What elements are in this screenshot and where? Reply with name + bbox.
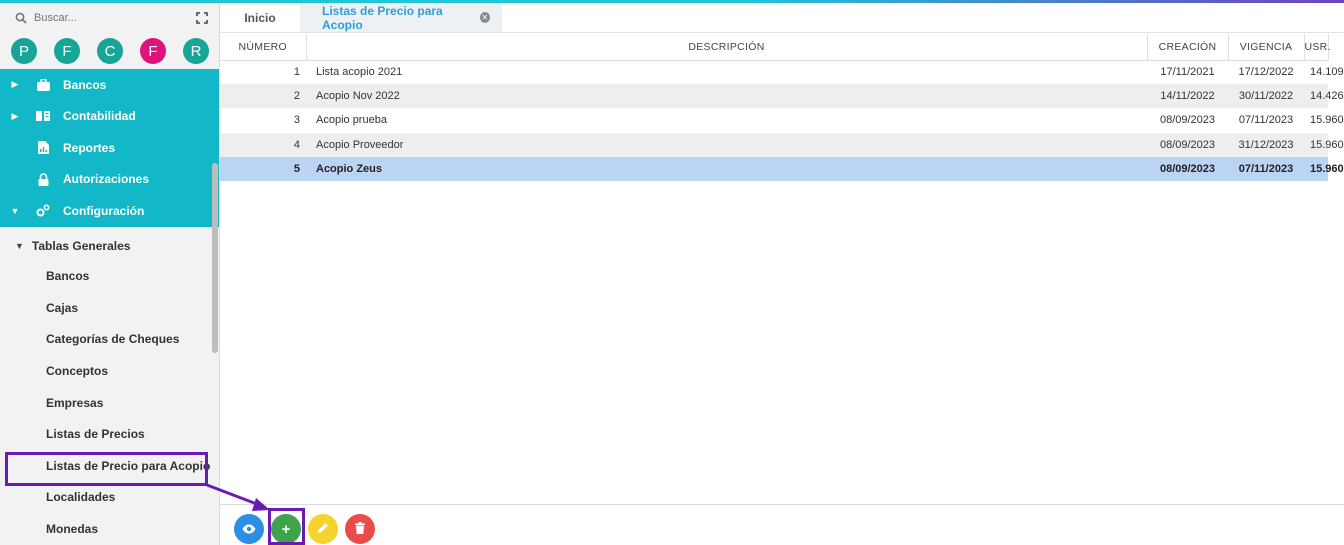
submenu-item-localidades[interactable]: Localidades (0, 482, 219, 514)
table-row-selected[interactable]: 5 Acopio Zeus 08/09/2023 07/11/2023 15.9… (220, 156, 1344, 181)
cell-vigencia: 07/11/2023 (1238, 114, 1294, 127)
data-grid: NÚMERO DESCRIPCIÓN CREACIÓN VIGENCIA USR… (220, 34, 1344, 181)
menu-item-autorizaciones[interactable]: Autorizaciones (0, 164, 219, 196)
tab-inicio[interactable]: Inicio (220, 3, 300, 32)
delete-button[interactable] (345, 514, 375, 544)
cell-usr: 15.960 (1304, 132, 1344, 157)
cell-numero: 4 (220, 132, 306, 157)
cell-usr: 15.960 (1304, 156, 1344, 181)
table-row[interactable]: 1 Lista acopio 2021 17/11/2021 17/12/202… (220, 60, 1344, 84)
annotation-highlight-menu-item (5, 452, 208, 486)
lock-icon (36, 172, 50, 186)
menu-item-configuracion[interactable]: ▼ Configuración (0, 195, 219, 227)
tab-listas-precio-acopio[interactable]: Listas de Precio para Acopio ✕ (300, 3, 502, 32)
submenu-item-cajas[interactable]: Cajas (0, 292, 219, 324)
report-icon (36, 141, 50, 155)
view-button[interactable] (234, 514, 264, 544)
column-header-numero[interactable]: NÚMERO (220, 34, 307, 61)
menu-item-label: Bancos (63, 77, 107, 92)
avatar-shortcut[interactable]: F (140, 38, 166, 64)
submenu-item-monedas[interactable]: Monedas (0, 513, 219, 545)
cell-descripcion: Acopio Nov 2022 (306, 84, 1147, 109)
menu-item-label: Autorizaciones (63, 172, 150, 187)
cell-vigencia: 07/11/2023 (1228, 156, 1304, 181)
sidebar-scrollbar[interactable] (212, 163, 218, 353)
cell-descripcion: Acopio Zeus (306, 156, 1147, 181)
cell-descripcion: Acopio prueba (316, 114, 387, 127)
briefcase-icon (36, 78, 50, 92)
submenu-header[interactable]: ▼ Tablas Generales (0, 231, 219, 261)
menu-item-label: Reportes (63, 140, 116, 155)
eye-icon (242, 521, 256, 538)
table-row[interactable]: 3 Acopio prueba 08/09/2023 07/11/2023 15… (220, 108, 1344, 132)
cell-vigencia: 17/12/2022 (1238, 66, 1294, 79)
main-menu: ▶ Bancos ▶ Contabilidad Reportes Autoriz… (0, 69, 219, 227)
submenu-item-bancos[interactable]: Bancos (0, 261, 219, 293)
price-list-table: NÚMERO DESCRIPCIÓN CREACIÓN VIGENCIA USR… (220, 34, 1344, 181)
submenu-item-empresas[interactable]: Empresas (0, 387, 219, 419)
caret-down-icon: ▼ (10, 205, 20, 216)
avatar-shortcut[interactable]: C (97, 38, 123, 64)
search-bar (0, 3, 219, 33)
close-icon[interactable]: ✕ (479, 12, 490, 23)
avatar-shortcut[interactable]: P (11, 38, 37, 64)
tab-label: Listas de Precio para Acopio (322, 3, 443, 32)
cell-numero: 3 (293, 114, 300, 127)
table-header-row: NÚMERO DESCRIPCIÓN CREACIÓN VIGENCIA USR… (220, 34, 1330, 61)
edit-button[interactable] (308, 514, 338, 544)
caret-right-icon: ▶ (11, 110, 19, 121)
caret-down-icon: ▼ (15, 240, 24, 251)
column-header-usr[interactable]: USR. (1304, 34, 1330, 61)
tab-label: Inicio (244, 10, 276, 25)
table-row[interactable]: 4 Acopio Proveedor 08/09/2023 31/12/2023… (220, 132, 1344, 157)
cell-usr: 14.109 (1310, 66, 1344, 79)
caret-right-icon: ▶ (11, 79, 19, 90)
cell-vigencia: 30/11/2022 (1228, 84, 1304, 109)
cell-numero: 1 (293, 66, 300, 79)
gears-icon (36, 204, 50, 218)
cell-creacion: 08/09/2023 (1147, 132, 1228, 157)
column-header-descripcion[interactable]: DESCRIPCIÓN (306, 34, 1148, 61)
search-input[interactable] (34, 12, 174, 24)
submenu-item-listas-precios[interactable]: Listas de Precios (0, 418, 219, 450)
menu-item-bancos[interactable]: ▶ Bancos (0, 69, 219, 101)
annotation-highlight-add-button (268, 508, 305, 545)
menu-item-contabilidad[interactable]: ▶ Contabilidad (0, 101, 219, 133)
action-toolbar: + (220, 504, 1344, 545)
submenu-title: Tablas Generales (31, 238, 131, 253)
submenu-tablas-generales: ▼ Tablas Generales Bancos Cajas Categorí… (0, 227, 219, 545)
cell-creacion: 14/11/2022 (1147, 84, 1228, 109)
cell-vigencia: 31/12/2023 (1228, 132, 1304, 157)
pencil-icon (317, 521, 329, 538)
book-icon (36, 109, 50, 123)
column-header-creacion[interactable]: CREACIÓN (1147, 34, 1229, 61)
fullscreen-icon[interactable] (195, 11, 209, 25)
cell-numero: 5 (220, 156, 306, 181)
search-icon (14, 11, 28, 25)
cell-descripcion: Lista acopio 2021 (316, 66, 403, 79)
avatar-shortcut[interactable]: R (183, 38, 209, 64)
cell-creacion: 08/09/2023 (1147, 156, 1228, 181)
table-row[interactable]: 2 Acopio Nov 2022 14/11/2022 30/11/2022 … (220, 84, 1344, 109)
tab-bar: Inicio Listas de Precio para Acopio ✕ (220, 3, 1344, 33)
menu-item-label: Configuración (63, 203, 145, 218)
cell-usr: 14.426 (1304, 84, 1344, 109)
column-header-vigencia[interactable]: VIGENCIA (1228, 34, 1305, 61)
avatar-shortcut[interactable]: F (54, 38, 80, 64)
cell-descripcion: Acopio Proveedor (306, 132, 1147, 157)
cell-creacion: 17/11/2021 (1160, 66, 1215, 79)
submenu-item-conceptos[interactable]: Conceptos (0, 355, 219, 387)
menu-item-reportes[interactable]: Reportes (0, 132, 219, 164)
submenu-item-categorias-cheques[interactable]: Categorías de Cheques (0, 324, 219, 356)
cell-numero: 2 (220, 84, 306, 109)
cell-usr: 15.960 (1310, 114, 1344, 127)
shortcut-avatars: P F C F R (0, 33, 219, 69)
cell-creacion: 08/09/2023 (1159, 114, 1216, 127)
menu-item-label: Contabilidad (63, 109, 136, 124)
trash-icon (355, 521, 365, 538)
